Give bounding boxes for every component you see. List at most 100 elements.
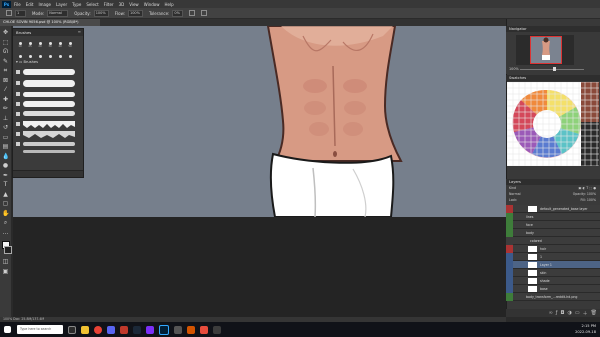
clone-stamp-tool-icon[interactable]: ⊥ (2, 115, 9, 122)
layer-visibility-icon[interactable] (506, 221, 513, 229)
brush-tip[interactable] (56, 50, 64, 58)
menu-file[interactable]: File (14, 2, 21, 7)
opacity-field[interactable]: 100% (93, 9, 109, 17)
layer-row[interactable]: default_generated_base layer (506, 205, 600, 213)
link-layers-icon[interactable]: ∞ (549, 310, 553, 316)
pen-tool-icon[interactable]: ✒ (2, 172, 9, 179)
brush-tip[interactable]: 50 (66, 40, 74, 48)
layer-row[interactable]: shade (506, 277, 600, 285)
layer-visibility-icon[interactable] (506, 261, 513, 269)
brush-tip[interactable] (36, 50, 44, 58)
layer-visibility-icon[interactable] (506, 229, 513, 237)
menu-view[interactable]: View (129, 2, 139, 7)
layer-row[interactable]: base (506, 285, 600, 293)
frame-tool-icon[interactable]: ⊠ (2, 77, 9, 84)
brush-tip[interactable]: 25 (26, 40, 34, 48)
brush-tip[interactable] (66, 50, 74, 58)
brush-tip[interactable]: 10 (16, 40, 24, 48)
shape-tool-icon[interactable]: ▢ (2, 200, 9, 207)
menu-window[interactable]: Window (144, 2, 160, 7)
system-tray-clock[interactable]: 2:15 PM 2022-09-18 (540, 322, 600, 337)
new-layer-icon[interactable]: ＋ (583, 310, 588, 317)
type-tool-icon[interactable]: T (2, 181, 9, 188)
crop-tool-icon[interactable]: ⌗ (2, 67, 9, 74)
layers-fill-value[interactable]: 100% (587, 198, 596, 202)
menu-layer[interactable]: Layer (56, 2, 67, 7)
layer-row[interactable]: 1 (506, 253, 600, 261)
menu-3d[interactable]: 3D (119, 2, 125, 7)
mode-select[interactable]: Normal (47, 9, 69, 17)
navigator-zoom-slider[interactable] (520, 69, 584, 70)
task-view-icon[interactable] (68, 325, 76, 334)
adjustment-icon[interactable]: ◑ (568, 310, 572, 316)
flow-field[interactable]: 100% (127, 9, 143, 17)
screen-mode-icon[interactable]: ▣ (2, 268, 9, 275)
layer-visibility-icon[interactable] (506, 245, 513, 253)
layers-opacity-value[interactable]: 100% (587, 192, 596, 196)
document-canvas[interactable] (13, 26, 506, 217)
history-brush-tool-icon[interactable]: ↺ (2, 124, 9, 131)
layer-visibility-icon[interactable] (506, 269, 513, 277)
brush-size-field[interactable]: 1 (15, 9, 26, 17)
navigator-zoom-value[interactable]: 100% (509, 67, 519, 71)
layer-row[interactable]: face (506, 221, 600, 229)
layer-visibility-icon[interactable] (506, 237, 513, 245)
brush-tool-preset-icon[interactable] (6, 10, 12, 16)
swatches-grid[interactable] (507, 82, 599, 166)
menu-type[interactable]: Type (72, 2, 81, 7)
steam-icon[interactable] (133, 325, 141, 334)
navigator-zoom-knob[interactable] (553, 67, 556, 71)
fx-icon[interactable]: ƒ (556, 310, 558, 316)
marquee-tool-icon[interactable]: ⬚ (2, 39, 9, 46)
brush-tip[interactable] (46, 50, 54, 58)
quick-mask-icon[interactable]: ◫ (2, 258, 9, 265)
layer-visibility-icon[interactable] (506, 293, 513, 301)
discord-icon[interactable] (107, 325, 115, 334)
layer-row[interactable]: body_transform_...reddit-hd.png (506, 293, 600, 301)
dodge-tool-icon[interactable]: ● (2, 162, 9, 169)
menu-filter[interactable]: Filter (104, 2, 114, 7)
menu-image[interactable]: Image (38, 2, 51, 7)
background-color-swatch[interactable] (4, 246, 12, 254)
app-icon-dark[interactable] (213, 325, 221, 334)
brush-tip[interactable] (26, 50, 34, 58)
start-icon[interactable] (4, 326, 11, 333)
layer-row[interactable]: body (506, 229, 600, 237)
navigator-view-box[interactable] (530, 36, 562, 64)
tolerance-field[interactable]: 0% (172, 9, 184, 17)
menu-help[interactable]: Help (164, 2, 173, 7)
app-icon-red-2[interactable] (200, 325, 208, 334)
layer-visibility-icon[interactable] (506, 277, 513, 285)
app-icon-orange[interactable] (187, 325, 195, 334)
layer-visibility-icon[interactable] (506, 285, 513, 293)
new-group-icon[interactable]: ▭ (575, 310, 580, 316)
healing-tool-icon[interactable]: ✚ (2, 96, 9, 103)
more-tools-icon[interactable]: … (2, 229, 9, 236)
gradient-tool-icon[interactable]: ▤ (2, 143, 9, 150)
zoom-tool-icon[interactable]: ⌕ (2, 219, 9, 226)
taskbar-search[interactable]: Type here to search (17, 325, 63, 334)
chrome-icon[interactable] (94, 325, 102, 334)
layer-row[interactable]: skin (506, 269, 600, 277)
app-icon-gray[interactable] (174, 325, 182, 334)
document-tab[interactable]: CHLOE SOVIN 9056.psd @ 100% (RGB/8*) (0, 19, 100, 26)
eraser-tool-icon[interactable]: ▭ (2, 134, 9, 141)
move-tool-icon[interactable]: ✥ (2, 29, 9, 36)
blur-tool-icon[interactable]: 💧 (2, 153, 9, 160)
layer-row[interactable]: hair (506, 245, 600, 253)
brush-tip[interactable]: 40 (56, 40, 64, 48)
brush-tip[interactable]: 20 (36, 40, 44, 48)
brush-tip[interactable]: 30 (46, 40, 54, 48)
pressure-icon[interactable] (201, 10, 208, 16)
delete-layer-icon[interactable]: 🗑 (591, 310, 597, 316)
path-select-tool-icon[interactable]: ▲ (2, 191, 9, 198)
file-explorer-icon[interactable] (81, 325, 89, 334)
panel-menu-icon[interactable]: ≡ (78, 29, 81, 34)
layer-row[interactable]: colored (506, 237, 600, 245)
hand-tool-icon[interactable]: ✋ (2, 210, 9, 217)
photoshop-taskbar-icon[interactable] (159, 324, 169, 335)
mask-icon[interactable]: ◘ (561, 310, 565, 316)
layer-row[interactable]: lines (506, 213, 600, 221)
quick-select-tool-icon[interactable]: ✎ (2, 58, 9, 65)
brush-tool-icon[interactable]: ✏ (2, 105, 9, 112)
